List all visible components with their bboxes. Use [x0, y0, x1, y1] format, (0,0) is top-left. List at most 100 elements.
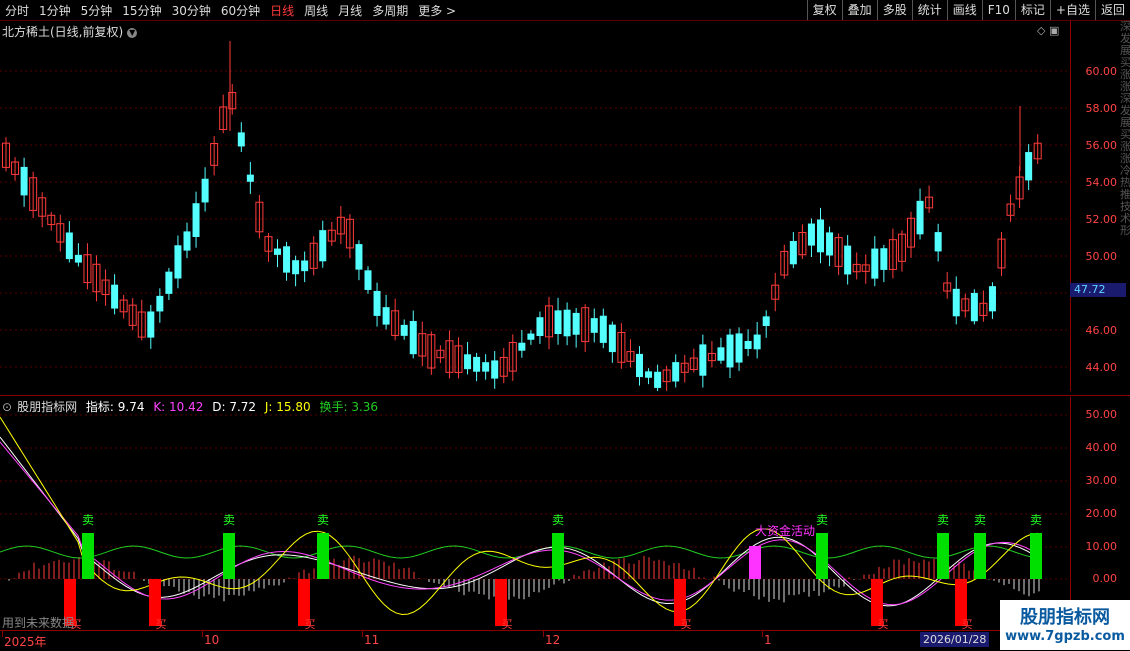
candle-body: [527, 333, 535, 340]
candle-body: [319, 230, 327, 262]
tab-1min[interactable]: 1分钟: [34, 2, 76, 19]
price-axis-label: 46.00: [1085, 324, 1118, 337]
tab-60min[interactable]: 60分钟: [216, 2, 265, 19]
tab-multi-period[interactable]: 多周期: [367, 2, 413, 19]
tab-30min[interactable]: 30分钟: [167, 2, 216, 19]
price-axis-label: 60.00: [1085, 65, 1118, 78]
overlay-button[interactable]: 叠加: [841, 0, 877, 20]
candles: [2, 41, 1042, 391]
candle-body: [880, 248, 888, 270]
candle-body: [871, 248, 879, 279]
stock-title[interactable]: 北方稀土(日线,前复权) ▼: [2, 23, 138, 40]
candle-body: [590, 318, 598, 333]
candle-body: [237, 132, 245, 147]
collapse-icon[interactable]: ⊙: [2, 400, 12, 414]
candle-body: [934, 232, 942, 252]
indicator-axis-label: 30.00: [1085, 474, 1118, 487]
tab-weekly[interactable]: 周线: [299, 2, 333, 19]
turnover-line: [0, 545, 1039, 559]
tab-15min[interactable]: 15分钟: [117, 2, 166, 19]
tab-more[interactable]: 更多 >: [413, 2, 461, 19]
buy-signal-label: 买: [156, 618, 167, 630]
indicator-axis-label: 50.00: [1085, 408, 1118, 421]
toolbar-actions: 复权 叠加 多股 统计 画线 F10 标记 +自选 返回: [806, 0, 1130, 20]
candle-body: [554, 310, 562, 335]
candle-body: [744, 340, 752, 349]
candle-body: [201, 178, 209, 203]
watermark-url: www.7gpzb.com: [1005, 629, 1125, 644]
candle-body: [916, 200, 924, 235]
candle-body: [292, 260, 300, 275]
sell-signal-label: 卖: [974, 513, 986, 527]
sell-signal-bar: [937, 533, 949, 579]
tab-5min[interactable]: 5分钟: [76, 2, 118, 19]
candle-body: [817, 219, 824, 253]
candle-body: [988, 286, 996, 312]
sell-signal-label: 卖: [317, 513, 329, 527]
price-axis-label: 50.00: [1085, 250, 1118, 263]
chevron-down-icon[interactable]: ▼: [127, 27, 138, 38]
sell-signal-label: 卖: [552, 513, 564, 527]
date-label: 11: [364, 633, 380, 647]
f10-button[interactable]: F10: [981, 0, 1015, 20]
sell-signal-label: 卖: [816, 513, 828, 527]
indicator-axis-label: 10.00: [1085, 540, 1118, 553]
watermark: 股朋指标网 www.7gpzb.com: [1000, 600, 1130, 650]
sell-signal-bar: [223, 533, 235, 579]
price-axis-label: 58.00: [1085, 102, 1118, 115]
candle-body: [753, 334, 761, 350]
period-tabs: 分时 1分钟 5分钟 15分钟 30分钟 60分钟 日线 周线 月线 多周期 更…: [0, 0, 461, 20]
multi-stock-button[interactable]: 多股: [876, 0, 912, 20]
pane-divider[interactable]: [0, 395, 1130, 396]
price-axis-label: 56.00: [1085, 139, 1118, 152]
candle-body: [826, 232, 834, 256]
indicator-axis-label: 40.00: [1085, 441, 1118, 454]
restore-rights-button[interactable]: 复权: [806, 0, 842, 20]
buy-signal-label: 买: [681, 618, 692, 630]
tab-daily[interactable]: 日线: [265, 2, 299, 19]
candle-body: [735, 333, 743, 363]
indicator-grid: [0, 414, 1070, 580]
candle-body: [654, 371, 662, 388]
candle-body: [807, 223, 815, 246]
candle-body: [301, 260, 309, 272]
add-watchlist-button[interactable]: +自选: [1049, 0, 1095, 20]
maximize-pane-icon[interactable]: ▣: [1049, 24, 1059, 37]
indicator-name[interactable]: 股朋指标网: [17, 400, 77, 414]
draw-line-button[interactable]: 画线: [946, 0, 982, 20]
mark-button[interactable]: 标记: [1014, 0, 1050, 20]
period-toolbar: 分时 1分钟 5分钟 15分钟 30分钟 60分钟 日线 周线 月线 多周期 更…: [0, 0, 1130, 21]
indicator-header: ⊙ 股朋指标网 指标: 9.74 K: 10.42 D: 7.72 J: 15.8…: [2, 398, 383, 415]
candle-body: [464, 354, 472, 370]
candle-body: [274, 248, 281, 255]
candle-body: [65, 232, 73, 260]
tab-intraday[interactable]: 分时: [0, 2, 34, 19]
sell-signal-label: 卖: [1030, 513, 1042, 527]
tab-monthly[interactable]: 月线: [333, 2, 367, 19]
candle-body: [699, 344, 707, 376]
current-price-marker: 47.72: [1070, 283, 1126, 297]
date-label: 10: [204, 633, 220, 647]
sell-signal-bar: [317, 533, 329, 579]
candle-body: [970, 292, 978, 322]
k-value: K: 10.42: [153, 400, 204, 414]
diamond-icon[interactable]: ◇: [1037, 24, 1045, 37]
date-label: 1: [764, 633, 772, 647]
candle-body: [382, 307, 390, 325]
candle-body: [645, 371, 653, 378]
pane-controls: ◇ ▣: [1037, 24, 1059, 37]
indicator-chart[interactable]: 卖卖卖卖卖卖卖卖买买买买买买买大资金活动: [0, 397, 1070, 630]
price-axis-label: 54.00: [1085, 176, 1118, 189]
candle-body: [165, 271, 173, 294]
candle-body: [400, 324, 408, 336]
indicator-axis-label: 20.00: [1085, 507, 1118, 520]
statistics-button[interactable]: 统计: [911, 0, 947, 20]
candlestick-chart[interactable]: [0, 21, 1070, 391]
candle-body: [536, 317, 544, 337]
current-date-marker: 2026/01/28: [920, 632, 990, 647]
date-label: 12: [545, 633, 561, 647]
candle-body: [473, 356, 481, 372]
back-button[interactable]: 返回: [1094, 0, 1130, 20]
sell-signal-bar: [552, 533, 564, 579]
side-info-strip[interactable]: 深发展买涨涨深发展买涨涨冷热推技术形: [1120, 21, 1130, 630]
